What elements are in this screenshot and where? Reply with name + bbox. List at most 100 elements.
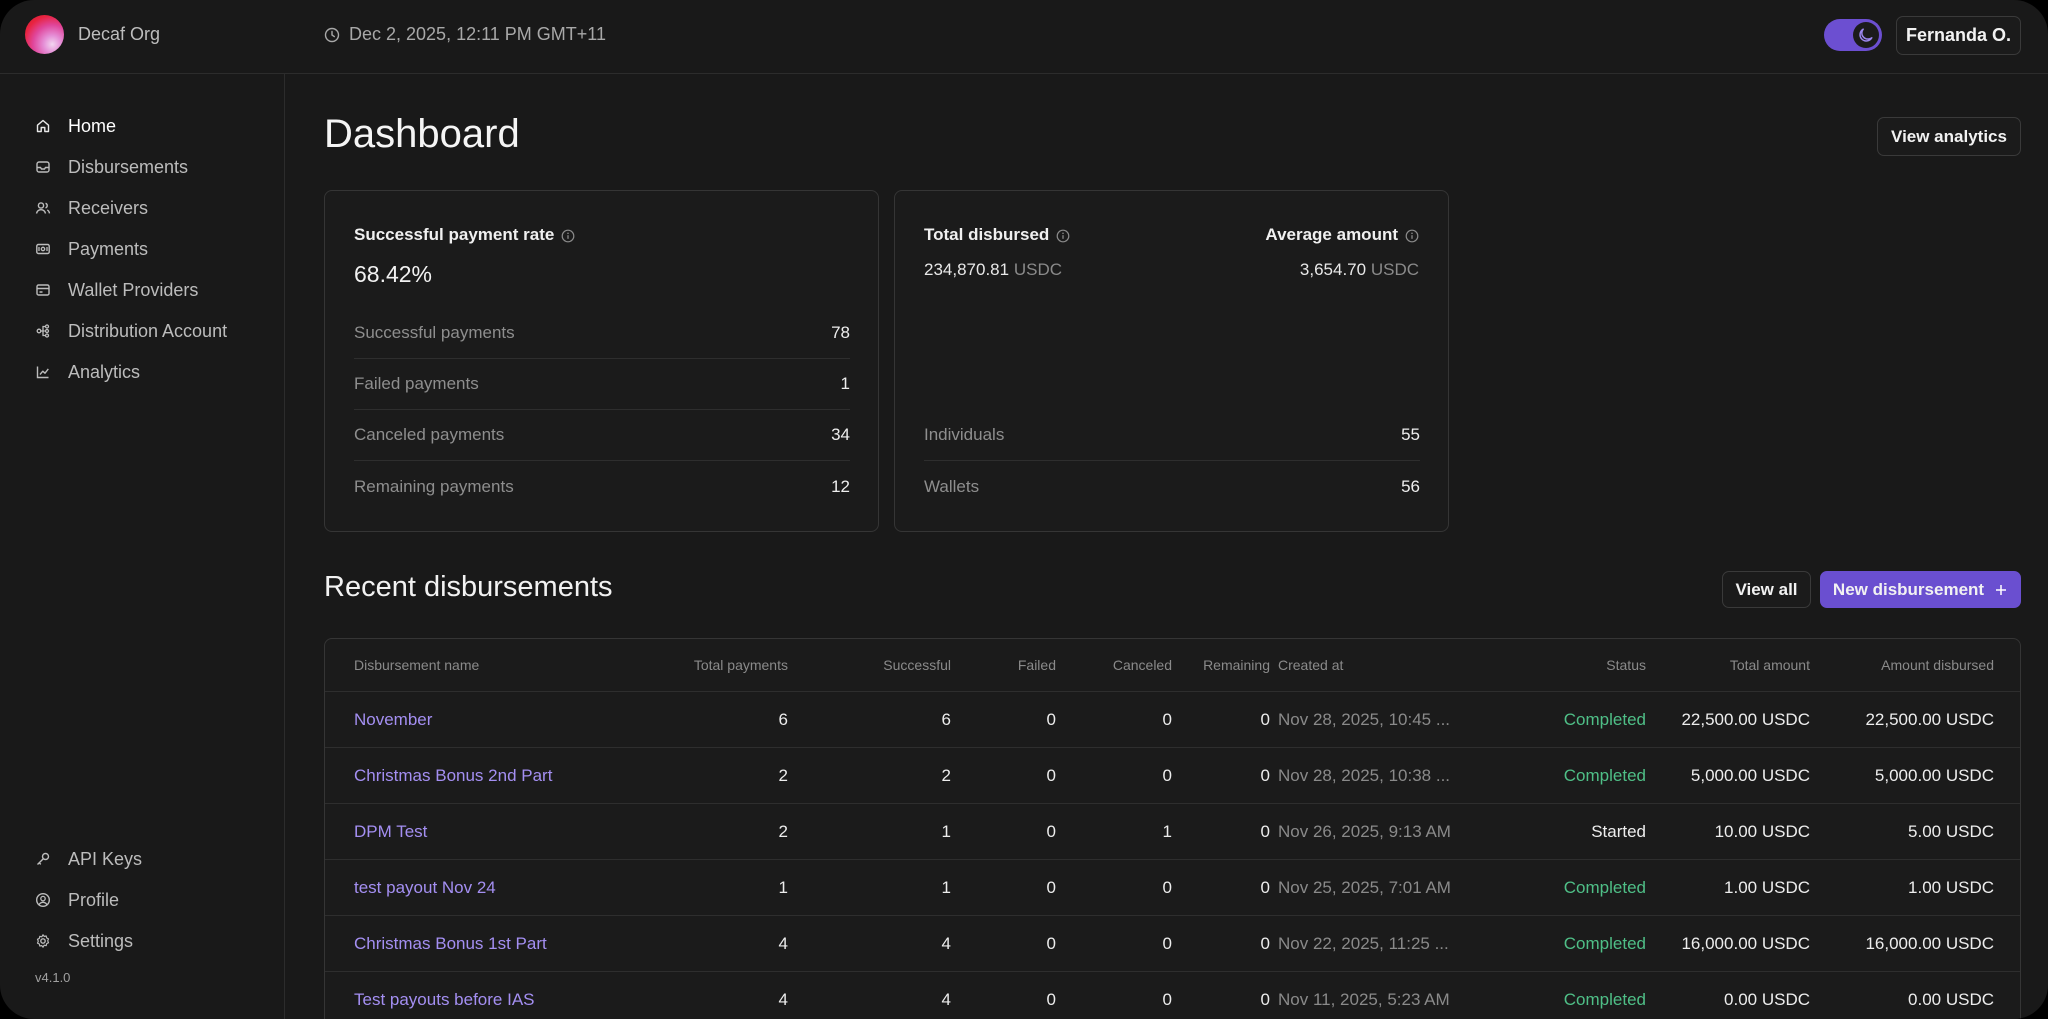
table-row[interactable]: test payout Nov 24 1 1 0 0 0 Nov 25, 202… — [325, 860, 2020, 916]
column-header[interactable]: Successful — [883, 639, 951, 691]
sidebar-item-home[interactable]: Home — [34, 114, 116, 138]
column-header[interactable]: Total payments — [694, 639, 788, 691]
successful-cell: 4 — [941, 933, 951, 953]
total-disbursed-amount: 234,870.81 USDC — [924, 260, 1062, 280]
info-icon[interactable] — [1405, 228, 1419, 243]
table-row[interactable]: Christmas Bonus 1st Part 4 4 0 0 0 Nov 2… — [325, 916, 2020, 972]
sidebar: Home Disbursements Receivers Payments Wa… — [0, 74, 285, 1019]
stat-label: Wallets — [924, 476, 980, 496]
inbox-icon — [34, 158, 52, 176]
stat-value: 56 — [1401, 476, 1420, 496]
canceled-cell: 0 — [1162, 877, 1172, 897]
sidebar-item-label: Profile — [68, 889, 120, 910]
remaining-cell: 0 — [1260, 877, 1270, 897]
created-at-cell: Nov 11, 2025, 5:23 AM — [1278, 989, 1450, 1009]
key-icon — [34, 850, 52, 868]
app-window: Decaf Org Dec 2, 2025, 12:11 PM GMT+11 F… — [0, 0, 2048, 1019]
column-header[interactable]: Failed — [1018, 639, 1056, 691]
table-row[interactable]: DPM Test 2 1 0 1 0 Nov 26, 2025, 9:13 AM… — [325, 804, 2020, 860]
disbursement-name-link[interactable]: DPM Test — [354, 822, 427, 842]
failed-cell: 0 — [1046, 877, 1056, 897]
remaining-cell: 0 — [1260, 933, 1270, 953]
column-header[interactable]: Total amount — [1730, 639, 1810, 691]
total-disbursed-value: 234,870.81 — [924, 260, 1010, 279]
theme-toggle[interactable] — [1824, 19, 1882, 51]
datetime-text: Dec 2, 2025, 12:11 PM GMT+11 — [349, 24, 606, 44]
column-header[interactable]: Created at — [1278, 639, 1343, 691]
failed-cell: 0 — [1046, 709, 1056, 729]
total-amount-cell: 5,000.00 USDC — [1690, 765, 1810, 785]
currency-unit: USDC — [1013, 260, 1062, 279]
total-disbursed-card: Total disbursed Average amount 234,870.8… — [894, 190, 1449, 532]
amount-disbursed-cell: 22,500.00 USDC — [1865, 709, 1994, 729]
chart-icon — [34, 363, 52, 381]
sidebar-item-disbursements[interactable]: Disbursements — [34, 155, 188, 179]
total-payments-cell: 2 — [778, 765, 788, 785]
new-disbursement-button[interactable]: New disbursement — [1820, 571, 2021, 608]
column-header[interactable]: Remaining — [1203, 639, 1270, 691]
sidebar-item-analytics[interactable]: Analytics — [34, 360, 140, 384]
disbursement-name-link[interactable]: Christmas Bonus 2nd Part — [354, 766, 552, 786]
sidebar-item-wallet-providers[interactable]: Wallet Providers — [34, 278, 198, 302]
total-amount-cell: 0.00 USDC — [1724, 989, 1810, 1009]
status-badge: Completed — [1563, 765, 1646, 785]
status-badge: Completed — [1563, 933, 1646, 953]
sidebar-item-label: Disbursements — [68, 156, 189, 177]
sidebar-item-label: Receivers — [68, 197, 149, 218]
wallet-icon — [34, 281, 52, 299]
amount-disbursed-cell: 5,000.00 USDC — [1874, 765, 1994, 785]
stat-label: Individuals — [924, 425, 1005, 444]
stat-value: 34 — [831, 425, 850, 444]
sidebar-item-api-keys[interactable]: API Keys — [34, 847, 142, 871]
disbursement-name-link[interactable]: test payout Nov 24 — [354, 878, 496, 898]
disbursement-name-link[interactable]: Test payouts before IAS — [354, 990, 535, 1010]
column-header[interactable]: Disbursement name — [354, 639, 479, 691]
canceled-cell: 1 — [1162, 821, 1172, 841]
status-badge: Completed — [1563, 989, 1646, 1009]
home-icon — [34, 117, 52, 135]
column-header[interactable]: Amount disbursed — [1881, 639, 1994, 691]
sidebar-item-distribution-account[interactable]: Distribution Account — [34, 319, 227, 343]
total-disbursed-label: Total disbursed — [924, 225, 1050, 244]
disbursement-name-link[interactable]: November — [354, 710, 432, 730]
top-bar: Decaf Org Dec 2, 2025, 12:11 PM GMT+11 F… — [0, 0, 2048, 74]
disbursement-name-link[interactable]: Christmas Bonus 1st Part — [354, 934, 547, 954]
remaining-cell: 0 — [1260, 821, 1270, 841]
sidebar-item-receivers[interactable]: Receivers — [34, 196, 148, 220]
payment-rate-card: Successful payment rate 68.42% Successfu… — [324, 190, 879, 532]
column-header[interactable]: Canceled — [1113, 639, 1172, 691]
created-at-cell: Nov 28, 2025, 10:38 ... — [1278, 765, 1451, 785]
column-header[interactable]: Status — [1606, 639, 1646, 691]
canceled-cell: 0 — [1162, 933, 1172, 953]
user-menu-button[interactable]: Fernanda O. — [1896, 16, 2021, 55]
successful-cell: 1 — [941, 821, 951, 841]
view-analytics-button[interactable]: View analytics — [1877, 117, 2021, 156]
info-icon[interactable] — [561, 228, 575, 243]
failed-cell: 0 — [1046, 933, 1056, 953]
sidebar-item-profile[interactable]: Profile — [34, 888, 119, 912]
total-payments-cell: 4 — [778, 989, 788, 1009]
moon-icon — [1853, 22, 1879, 48]
stat-value: 78 — [831, 323, 850, 342]
created-at-cell: Nov 25, 2025, 7:01 AM — [1278, 877, 1451, 897]
user-circle-icon — [34, 891, 52, 909]
distribution-icon — [34, 322, 52, 340]
status-badge: Started — [1591, 821, 1646, 841]
currency-unit: USDC — [1370, 260, 1419, 279]
table-row[interactable]: Test payouts before IAS 4 4 0 0 0 Nov 11… — [325, 972, 2020, 1019]
view-all-button[interactable]: View all — [1722, 571, 1811, 608]
total-amount-cell: 1.00 USDC — [1724, 877, 1810, 897]
sidebar-item-settings[interactable]: Settings — [34, 929, 133, 953]
section-title: Recent disbursements — [324, 571, 613, 603]
sidebar-item-label: Wallet Providers — [68, 279, 199, 300]
current-datetime: Dec 2, 2025, 12:11 PM GMT+11 — [324, 24, 606, 45]
stat-value: 1 — [840, 374, 850, 393]
info-icon[interactable] — [1056, 228, 1070, 243]
payment-rate-value: 68.42% — [354, 261, 433, 287]
org-logo[interactable] — [25, 15, 64, 54]
table-row[interactable]: Christmas Bonus 2nd Part 2 2 0 0 0 Nov 2… — [325, 748, 2020, 804]
org-name[interactable]: Decaf Org — [78, 24, 160, 45]
total-amount-cell: 22,500.00 USDC — [1681, 709, 1810, 729]
sidebar-item-payments[interactable]: Payments — [34, 237, 148, 261]
table-row[interactable]: November 6 6 0 0 0 Nov 28, 2025, 10:45 .… — [325, 692, 2020, 748]
